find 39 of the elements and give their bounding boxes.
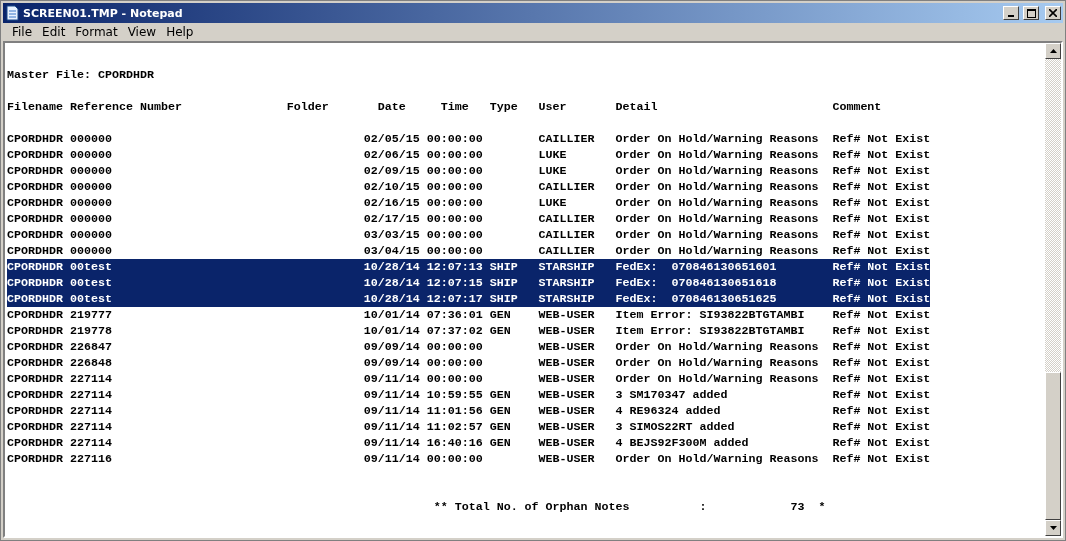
menu-item[interactable]: File	[7, 25, 38, 39]
text-line: CPORDHDR 000000 02/10/15 00:00:00 CAILLIER Order On Hold/Warning Reasons Ref# Not Exist	[7, 179, 931, 195]
vertical-scrollbar[interactable]	[1045, 43, 1061, 536]
close-icon	[1049, 9, 1057, 17]
maximize-icon	[1026, 8, 1036, 18]
scroll-down-icon	[1049, 526, 1057, 530]
text-line: CPORDHDR 000000 02/09/15 00:00:00 LUKE Order On Hold/Warning Reasons Ref# Not Exist	[7, 163, 931, 179]
scroll-thumb[interactable]	[1045, 372, 1061, 520]
text-line: CPORDHDR 227114 09/11/14 10:59:55 GEN WEB-USER 3 SM170347 added Ref# Not Exist	[7, 387, 931, 403]
scroll-up-button[interactable]	[1045, 43, 1061, 59]
menu-item[interactable]: Edit	[37, 25, 71, 39]
text-line: CPORDHDR 000000 02/05/15 00:00:00 CAILLIER Order On Hold/Warning Reasons Ref# Not Exist	[7, 131, 931, 147]
menu-item[interactable]: View	[122, 25, 162, 39]
text-line: CPORDHDR 000000 03/03/15 00:00:00 CAILLIER Order On Hold/Warning Reasons Ref# Not Exist	[7, 227, 931, 243]
text-line: CPORDHDR 000000 02/06/15 00:00:00 LUKE Order On Hold/Warning Reasons Ref# Not Exist	[7, 147, 931, 163]
text-line: CPORDHDR 219777 10/01/14 07:36:01 GEN WEB-USER Item Error: SI93822BTGTAMBI Ref# Not Exist	[7, 307, 931, 323]
menu-item[interactable]: Help	[161, 25, 199, 39]
text-line: CPORDHDR 226847 09/09/14 00:00:00 WEB-USER Order On Hold/Warning Reasons Ref# Not Exist	[7, 339, 931, 355]
menu-item[interactable]: Format	[70, 25, 123, 39]
text-line: CPORDHDR 227116 09/11/14 00:00:00 WEB-USER Order On Hold/Warning Reasons Ref# Not Exist	[7, 451, 931, 467]
text-line: CPORDHDR 227114 09/11/14 11:01:56 GEN WEB-USER 4 RE96324 added Ref# Not Exist	[7, 403, 931, 419]
notepad-icon	[5, 5, 19, 21]
text-line: CPORDHDR 219778 10/01/14 07:37:02 GEN WEB-USER Item Error: SI93822BTGTAMBI Ref# Not Exist	[7, 323, 931, 339]
scroll-down-button[interactable]	[1045, 520, 1061, 536]
close-button[interactable]	[1045, 6, 1061, 20]
text-line: CPORDHDR 226848 09/09/14 00:00:00 WEB-USER Order On Hold/Warning Reasons Ref# Not Exist	[7, 355, 931, 371]
text-line: CPORDHDR 227114 09/11/14 00:00:00 WEB-USER Order On Hold/Warning Reasons Ref# Not Exist	[7, 371, 931, 387]
text-line: ** Total No. of Orphan Notes : 73 *	[433, 499, 826, 515]
text-line: CPORDHDR 227114 09/11/14 16:40:16 GEN WEB-USER 4 BEJS92F300M added Ref# Not Exist	[7, 435, 931, 451]
text-line: CPORDHDR 000000 03/04/15 00:00:00 CAILLIER Order On Hold/Warning Reasons Ref# Not Exist	[7, 243, 931, 259]
text-line: CPORDHDR 000000 02/17/15 00:00:00 CAILLIER Order On Hold/Warning Reasons Ref# Not Exist	[7, 211, 931, 227]
window-title: SCREEN01.TMP - Notepad	[23, 6, 184, 20]
text-line: Filename Reference Number Folder Date Time Type User Detail Comment	[7, 99, 882, 115]
minimize-button[interactable]	[1003, 6, 1019, 20]
text-line: Master File: CPORDHDR	[7, 67, 154, 83]
maximize-button[interactable]	[1023, 6, 1039, 20]
text-line: CPORDHDR 227114 09/11/14 11:02:57 GEN WEB-USER 3 SIMOS22RT added Ref# Not Exist	[7, 419, 931, 435]
scroll-up-icon	[1049, 49, 1057, 53]
text-line: CPORDHDR 000000 02/16/15 00:00:00 LUKE Order On Hold/Warning Reasons Ref# Not Exist	[7, 195, 931, 211]
